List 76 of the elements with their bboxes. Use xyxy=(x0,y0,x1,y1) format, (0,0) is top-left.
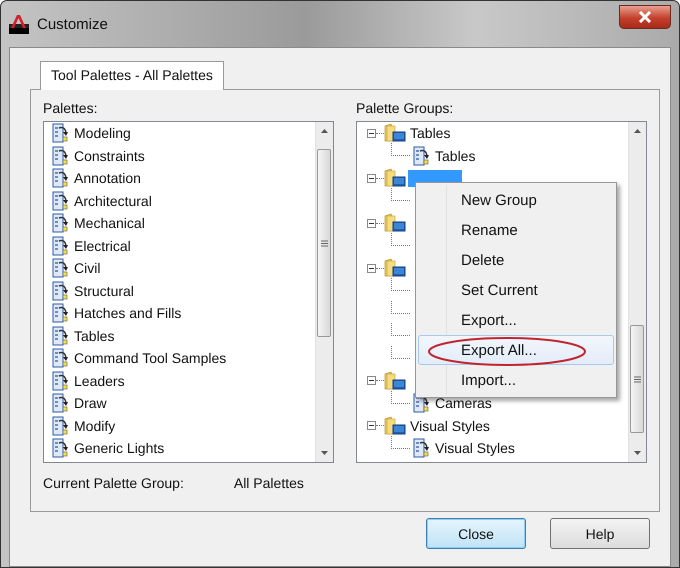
palette-icon xyxy=(52,190,70,211)
scroll-up-icon[interactable] xyxy=(634,129,641,133)
palette-icon xyxy=(52,416,70,436)
app-logo-icon xyxy=(9,14,29,34)
palette-icon xyxy=(52,258,70,278)
dialog-button[interactable]: Help xyxy=(550,518,650,549)
current-group-value: All Palettes xyxy=(234,475,304,491)
collapse-icon[interactable] xyxy=(367,218,376,228)
palette-item[interactable]: Tables xyxy=(74,328,114,344)
palette-icon xyxy=(52,123,70,144)
palette-icon xyxy=(52,370,70,391)
collapse-icon[interactable] xyxy=(367,376,376,386)
palette-item[interactable]: Civil xyxy=(74,260,100,276)
scrollbar[interactable] xyxy=(315,122,333,462)
menu-item[interactable]: New Group xyxy=(418,185,614,215)
palette-item[interactable]: Electrical xyxy=(74,238,131,254)
palette-icon xyxy=(413,146,431,166)
palette-item[interactable]: Visual Styles xyxy=(433,440,517,456)
scroll-thumb[interactable] xyxy=(317,149,331,337)
folder-icon xyxy=(384,416,406,436)
folder-icon xyxy=(384,370,406,391)
folder-icon xyxy=(384,213,406,234)
scrollbar[interactable] xyxy=(628,122,646,462)
folder-icon xyxy=(384,123,406,144)
menu-item[interactable]: Export All... xyxy=(418,335,614,365)
collapse-icon[interactable] xyxy=(367,128,376,138)
close-icon[interactable] xyxy=(619,5,671,29)
window-title: Customize xyxy=(37,16,108,32)
palette-icon xyxy=(52,236,70,256)
palette-item[interactable]: Structural xyxy=(74,282,134,299)
palette-item[interactable]: Generic Lights xyxy=(74,440,164,456)
folder-icon xyxy=(384,258,406,278)
menu-item[interactable]: Delete xyxy=(418,245,614,275)
palette-item[interactable]: Constraints xyxy=(74,148,145,164)
tab[interactable]: Tool Palettes - All Palettes xyxy=(40,61,224,90)
scroll-thumb[interactable] xyxy=(630,325,644,433)
folder-icon xyxy=(384,168,406,188)
palette-icon xyxy=(52,280,70,301)
palette-icon xyxy=(52,168,70,188)
dialog-button[interactable]: Close xyxy=(426,518,526,549)
grip-icon xyxy=(634,376,640,382)
palettes-label: Palettes: xyxy=(43,100,98,116)
scroll-up-icon[interactable] xyxy=(321,129,328,133)
group-item[interactable]: Tables xyxy=(408,125,452,142)
scroll-down-icon[interactable] xyxy=(321,451,328,455)
grip-icon xyxy=(320,240,328,246)
group-item[interactable]: Visual Styles xyxy=(408,418,492,434)
palette-groups-label: Palette Groups: xyxy=(356,100,454,116)
palette-item[interactable]: Modify xyxy=(74,418,116,434)
palette-icon xyxy=(52,326,70,346)
palette-item[interactable]: Hatches and Fills xyxy=(74,305,182,322)
palette-item[interactable]: Annotation xyxy=(74,170,141,186)
collapse-icon[interactable] xyxy=(367,421,376,430)
palette-icon xyxy=(52,213,70,234)
palette-item[interactable]: Cameras xyxy=(433,395,494,412)
palette-item[interactable]: Command Tool Samples xyxy=(74,350,226,366)
palette-item[interactable]: Mechanical xyxy=(74,215,145,232)
palette-item[interactable]: Leaders xyxy=(74,372,125,389)
palette-item[interactable]: Tables xyxy=(433,148,478,164)
palette-icon xyxy=(52,303,70,324)
scroll-down-icon[interactable] xyxy=(634,451,641,455)
palette-item[interactable]: Architectural xyxy=(74,192,152,209)
menu-item[interactable]: Set Current xyxy=(418,275,614,305)
menu-item[interactable]: Rename xyxy=(418,215,614,245)
palette-item[interactable]: Modeling xyxy=(74,125,131,142)
palette-icon xyxy=(413,438,431,458)
palette-icon xyxy=(52,393,70,414)
palette-item[interactable]: Draw xyxy=(74,395,107,412)
current-group-label: Current Palette Group: xyxy=(43,475,184,491)
palette-icon xyxy=(52,146,70,166)
palette-icon xyxy=(52,348,70,368)
menu-item[interactable]: Import... xyxy=(418,365,614,395)
palette-icon xyxy=(52,438,70,458)
collapse-icon[interactable] xyxy=(367,174,376,183)
menu-item[interactable]: Export... xyxy=(418,305,614,335)
collapse-icon[interactable] xyxy=(367,264,376,273)
